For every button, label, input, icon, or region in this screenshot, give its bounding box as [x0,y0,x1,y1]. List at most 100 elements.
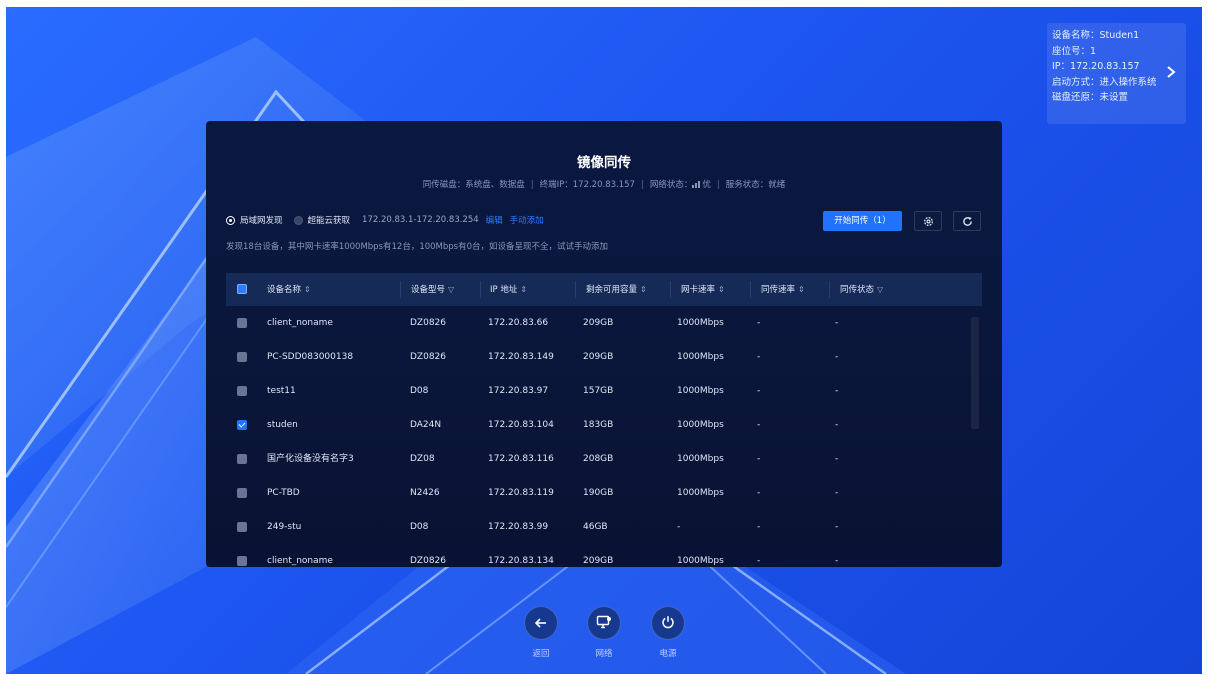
device-name-cell: test11 [267,386,296,396]
column-nic-speed[interactable]: 网卡速率 ⇕ [681,273,725,306]
ip-cell: 172.20.83.149 [488,352,554,362]
sync-status-cell: - [835,386,839,396]
row-checkbox[interactable] [237,420,247,430]
nic-speed-cell: - [677,522,681,532]
column-device-model[interactable]: 设备型号 ▽ [411,273,454,306]
table-row[interactable]: 国产化设备没有名字3 DZ08 172.20.83.116 208GB 1000… [226,442,982,476]
back-label: 返回 [532,649,550,659]
page-title: 镜像同传 [577,155,631,171]
power-button[interactable] [651,606,685,640]
table-row[interactable]: client_noname DZ0826 172.20.83.66 209GB … [226,306,982,340]
device-model-cell: D08 [410,522,429,532]
desktop: 设备名称：Studen1 座位号：1 IP：172.20.83.157 启动方式… [6,7,1202,674]
sync-speed-cell: - [757,420,761,430]
sync-status-cell: - [835,318,839,328]
sync-speed-cell: - [757,522,761,532]
ip-range: 172.20.83.1-172.20.83.254 [362,215,479,225]
capacity-cell: 208GB [583,454,614,464]
ip-cell: 172.20.83.99 [488,522,549,532]
settings-button[interactable] [914,211,942,231]
table-row[interactable]: client_noname DZ0826 172.20.83.134 209GB… [226,544,982,567]
table-scrollbar[interactable] [971,317,979,429]
nic-speed-cell: 1000Mbps [677,386,724,396]
device-model-cell: DZ0826 [410,318,446,328]
column-device-name[interactable]: 设备名称 ⇕ [267,273,311,306]
row-checkbox[interactable] [237,454,247,464]
start-sync-button[interactable]: 开始同传（1） [823,211,902,231]
row-checkbox[interactable] [237,522,247,532]
ip-cell: 172.20.83.66 [488,318,549,328]
table-row[interactable]: test11 D08 172.20.83.97 157GB 1000Mbps -… [226,374,982,408]
sync-status-cell: - [835,556,839,566]
status-bar: 同传磁盘：系统盘、数据盘 | 终端IP：172.20.83.157 | 网络状态：优 | 服… [422,180,786,190]
capacity-cell: 157GB [583,386,614,396]
refresh-button[interactable] [953,211,981,231]
sync-speed-cell: - [757,318,761,328]
capacity-cell: 209GB [583,318,614,328]
row-checkbox[interactable] [237,488,247,498]
column-free-capacity[interactable]: 剩余可用容量 ⇕ [586,273,647,306]
edit-range-link[interactable]: 编辑 [486,214,503,226]
arrow-left-icon [534,614,548,633]
nic-speed-cell: 1000Mbps [677,352,724,362]
column-sync-speed[interactable]: 同传速率 ⇕ [761,273,805,306]
device-name-cell: client_noname [267,318,333,328]
service-status: 服务状态：就绪 [725,180,786,190]
filter-icon: ▽ [877,285,884,294]
network-signal-icon [692,180,702,188]
device-name-cell: 国产化设备没有名字3 [267,454,354,464]
sync-speed-cell: - [757,488,761,498]
table-row[interactable]: studen DA24N 172.20.83.104 183GB 1000Mbp… [226,408,982,442]
device-name-cell: client_noname [267,556,333,566]
lan-discovery-radio[interactable] [226,215,235,225]
lan-discovery-label[interactable]: 局域网发现 [240,214,283,226]
discovery-mode-row: 局域网发现 超能云获取 172.20.83.1-172.20.83.254 编辑… [226,214,544,226]
sync-status-cell: - [835,522,839,532]
row-checkbox[interactable] [237,386,247,396]
cloud-fetch-radio[interactable] [293,215,303,225]
table-row[interactable]: PC-SDD083000138 DZ0826 172.20.83.149 209… [226,340,982,374]
device-info-card[interactable]: 设备名称：Studen1 座位号：1 IP：172.20.83.157 启动方式… [1047,23,1186,124]
capacity-cell: 190GB [583,488,614,498]
device-model-cell: DZ0826 [410,352,446,362]
sort-icon: ⇕ [640,285,647,294]
terminal-ip-status: 终端IP：172.20.83.157 [539,180,635,190]
sync-status-cell: - [835,454,839,464]
network-status-label: 网络状态： [649,180,693,190]
cloud-fetch-label[interactable]: 超能云获取 [308,214,351,226]
manual-add-link[interactable]: 手动添加 [510,214,544,226]
network-button[interactable] [587,606,621,640]
ip-cell: 172.20.83.119 [488,488,554,498]
column-sync-status[interactable]: 同传状态 ▽ [840,273,883,306]
sync-status-cell: - [835,420,839,430]
seat-number-line: 座位号：1 [1052,45,1097,57]
table-row[interactable]: 249-stu D08 172.20.83.99 46GB - - - [226,510,982,544]
discovery-summary: 发现18台设备，其中网卡速率1000Mbps有12台，100Mbps有0台，如设… [226,242,609,252]
nic-speed-cell: 1000Mbps [677,420,724,430]
ip-cell: 172.20.83.116 [488,454,554,464]
sync-status-cell: - [835,488,839,498]
table-header: 设备名称 ⇕ 设备型号 ▽ IP 地址 ⇕ 剩余可用容量 ⇕ 网卡速率 ⇕ 同传速率 ⇕ 同… [226,273,982,306]
row-checkbox[interactable] [237,318,247,328]
row-checkbox[interactable] [237,352,247,362]
device-model-cell: D08 [410,386,429,396]
select-all-checkbox[interactable] [237,284,247,294]
device-name-cell: PC-TBD [267,488,300,498]
nic-speed-cell: 1000Mbps [677,556,724,566]
back-button[interactable] [524,606,558,640]
capacity-cell: 183GB [583,420,614,430]
column-ip-address[interactable]: IP 地址 ⇕ [490,273,527,306]
nic-speed-cell: 1000Mbps [677,454,724,464]
chevron-right-icon[interactable] [1166,65,1176,82]
sync-status-cell: - [835,352,839,362]
network-status-value: 优 [702,180,711,190]
ip-cell: 172.20.83.134 [488,556,554,566]
disk-restore-line: 磁盘还原：未设置 [1052,92,1129,103]
capacity-cell: 209GB [583,352,614,362]
table-row[interactable]: PC-TBD N2426 172.20.83.119 190GB 1000Mbp… [226,476,982,510]
row-checkbox[interactable] [237,556,247,566]
power-icon [661,614,675,633]
sort-icon: ⇕ [304,285,311,294]
ip-cell: 172.20.83.97 [488,386,549,396]
gear-icon [923,212,934,231]
